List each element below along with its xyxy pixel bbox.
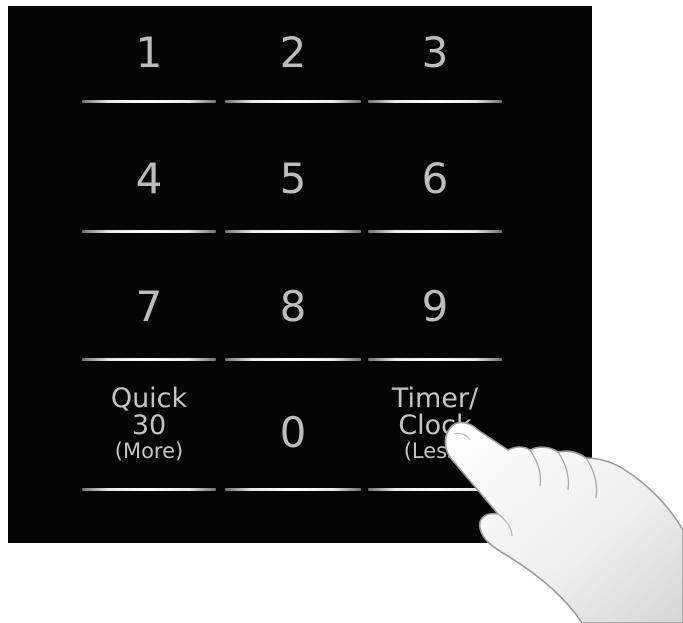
key-2-underline: [225, 100, 361, 103]
key-7-underline: [82, 358, 216, 361]
key-4-label: 4: [135, 154, 163, 203]
key-2-label: 2: [279, 28, 307, 77]
key-3-underline: [368, 100, 502, 103]
key-5-label: 5: [279, 154, 307, 203]
key-1-underline: [82, 100, 216, 103]
key-3[interactable]: 3: [366, 18, 504, 88]
key-8-label: 8: [279, 282, 307, 331]
quick30-underline: [82, 488, 216, 491]
key-9[interactable]: 9: [366, 272, 504, 342]
quick30-label-line1: Quick: [110, 383, 188, 414]
key-0-underline: [225, 488, 361, 491]
quick30-label-line3: (More): [114, 439, 184, 463]
key-8-underline: [225, 358, 361, 361]
key-1[interactable]: 1: [80, 18, 218, 88]
keypad-panel: 1 2 3 4 5 6 7 8 9 Quick 30 (More) 0 Time…: [8, 6, 592, 543]
key-7-label: 7: [135, 282, 163, 331]
key-9-underline: [368, 358, 502, 361]
key-4-underline: [82, 230, 216, 233]
key-0-label: 0: [279, 408, 307, 457]
timer-clock-less-button[interactable]: Timer/ Clock (Less): [366, 372, 504, 476]
key-8[interactable]: 8: [224, 272, 362, 342]
key-2[interactable]: 2: [224, 18, 362, 88]
key-7[interactable]: 7: [80, 272, 218, 342]
key-4[interactable]: 4: [80, 144, 218, 214]
key-6-label: 6: [421, 154, 449, 203]
quick30-label-line2: 30: [131, 410, 167, 441]
key-5-underline: [225, 230, 361, 233]
timer-underline: [368, 488, 502, 491]
key-6[interactable]: 6: [366, 144, 504, 214]
key-0[interactable]: 0: [224, 398, 362, 468]
key-6-underline: [368, 230, 502, 233]
key-1-label: 1: [135, 28, 163, 77]
timer-label-line3: (Less): [403, 439, 467, 463]
timer-label-line2: Clock: [398, 410, 472, 441]
key-5[interactable]: 5: [224, 144, 362, 214]
key-9-label: 9: [421, 282, 449, 331]
quick30-more-button[interactable]: Quick 30 (More): [80, 372, 218, 476]
key-3-label: 3: [421, 28, 449, 77]
timer-label-line1: Timer/: [391, 383, 479, 414]
